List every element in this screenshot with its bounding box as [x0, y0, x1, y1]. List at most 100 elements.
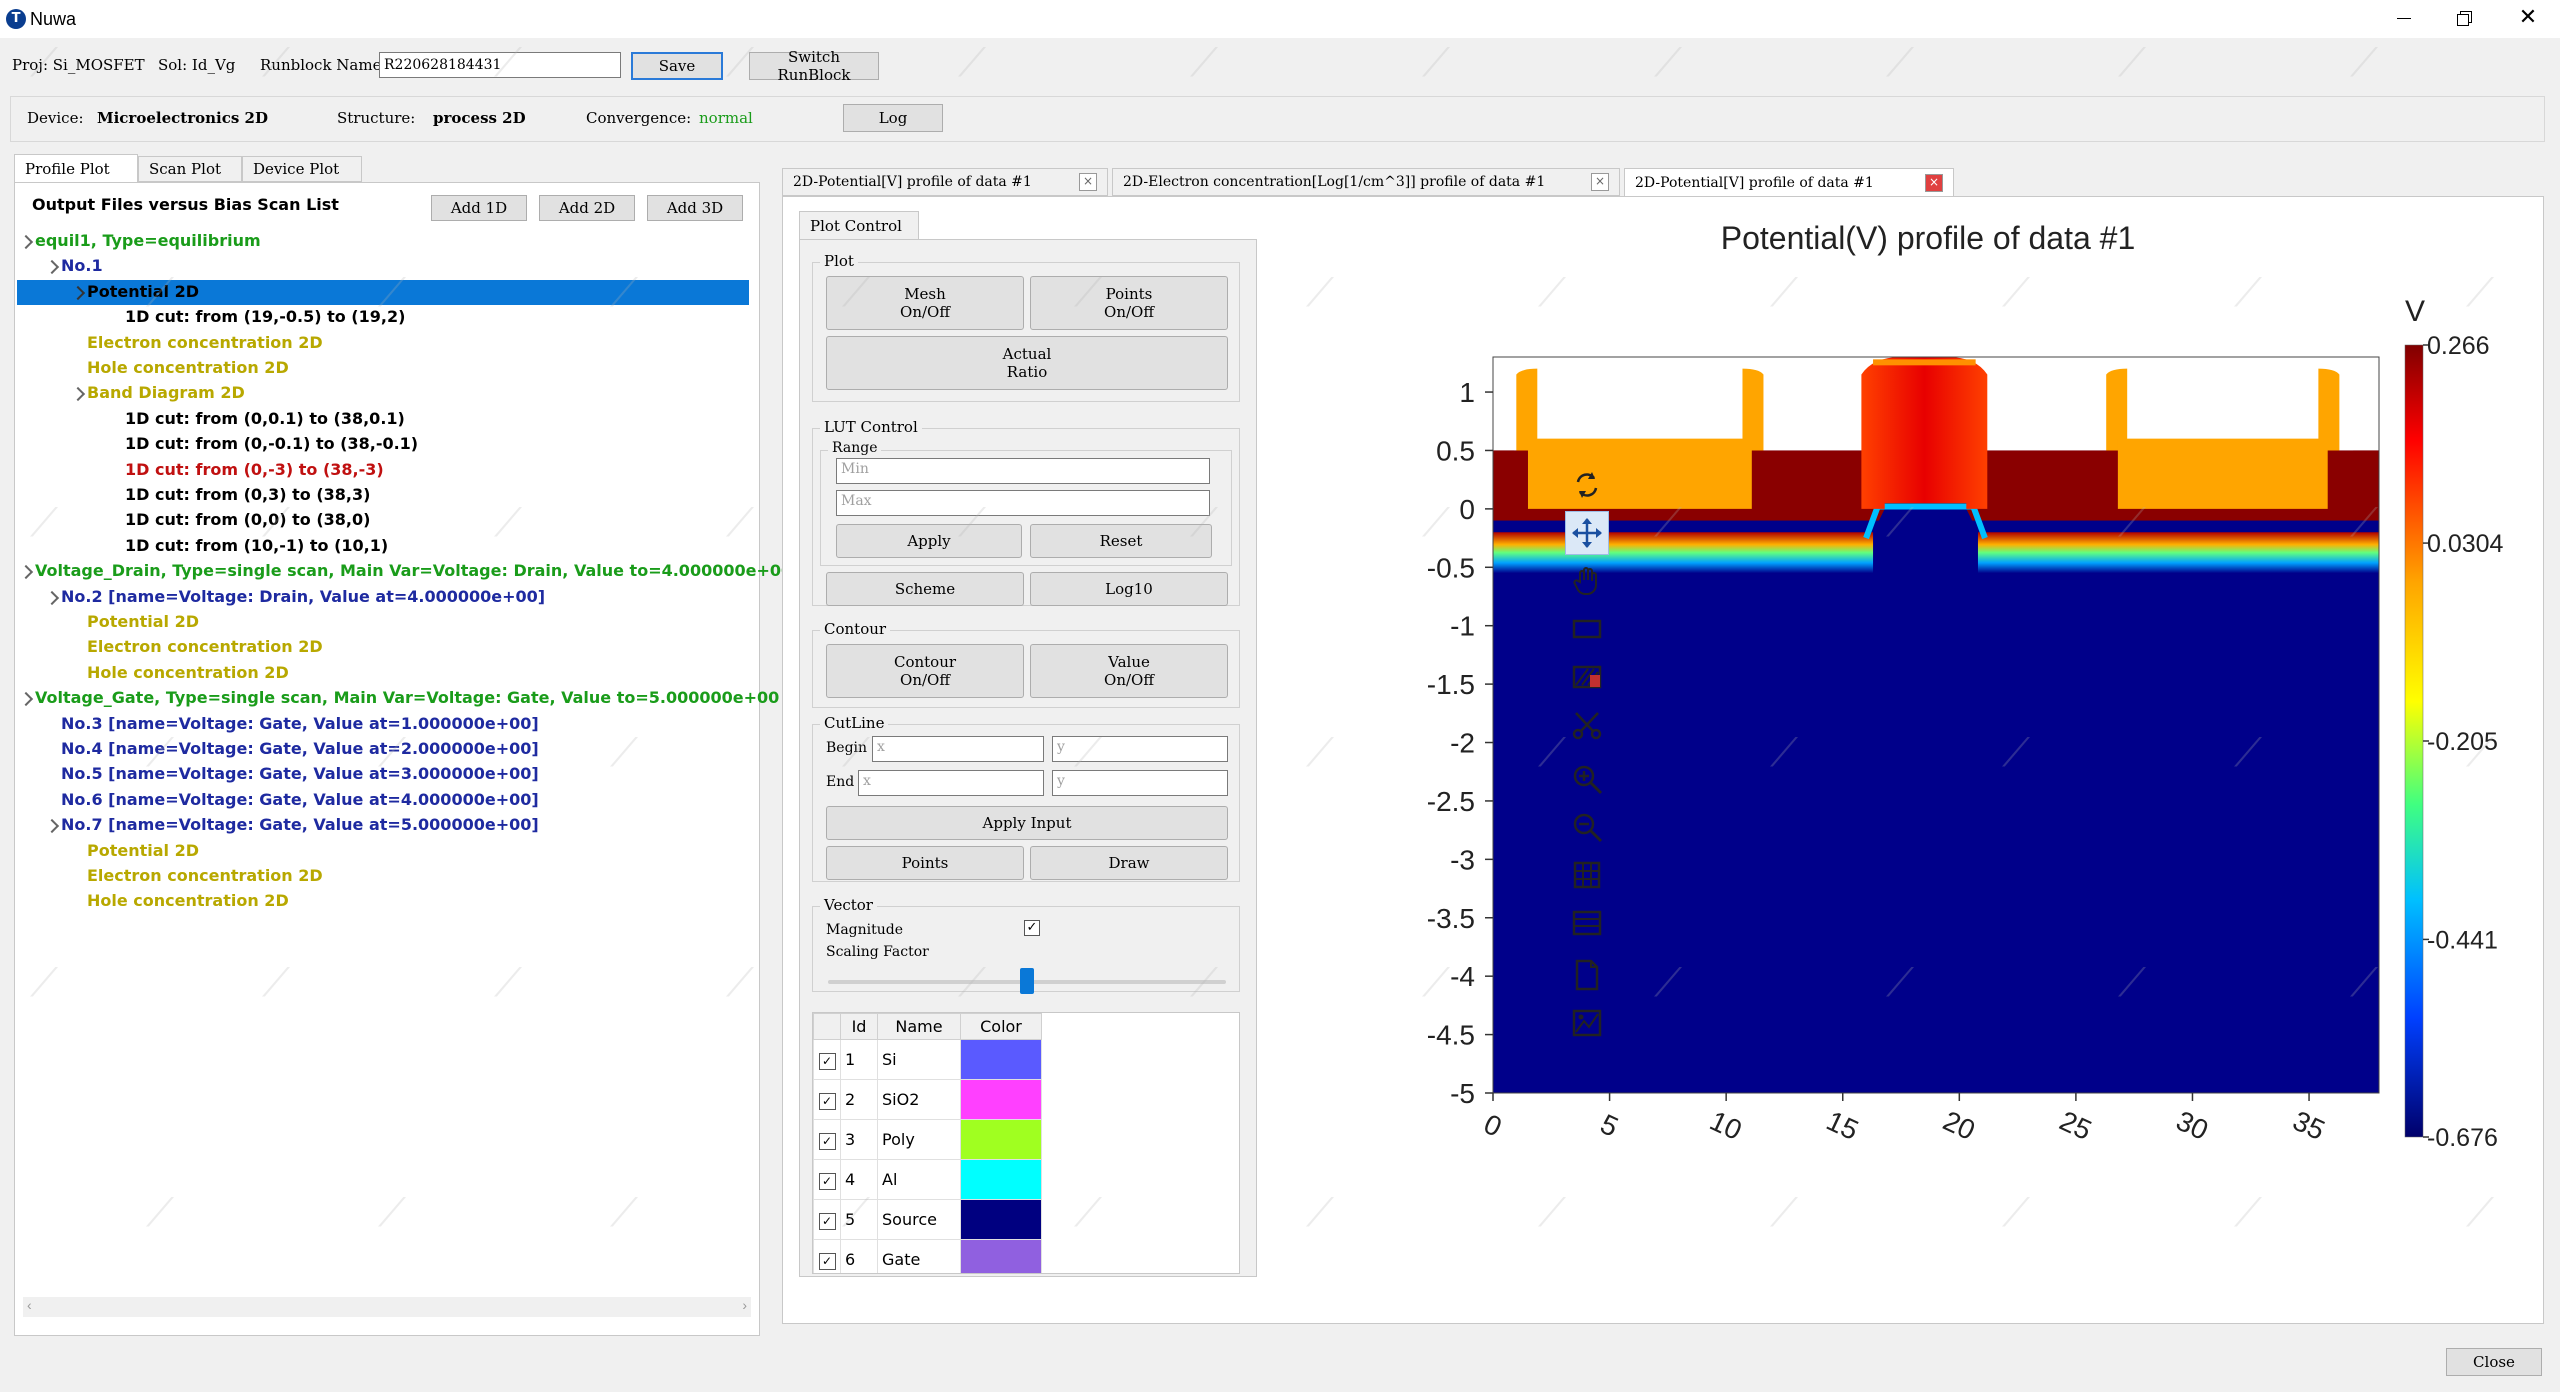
add-1d-button[interactable]: Add 1D	[431, 195, 527, 221]
chevron-right-icon[interactable]	[18, 565, 34, 580]
draw-button[interactable]: Draw	[1030, 846, 1228, 880]
tree-item[interactable]: No.3 [name=Voltage: Gate, Value at=1.000…	[61, 712, 539, 736]
table-row[interactable]: ✓ 2 SiO2	[813, 1079, 1042, 1120]
tree-item[interactable]: No.5 [name=Voltage: Gate, Value at=3.000…	[61, 762, 539, 786]
add-3d-button[interactable]: Add 3D	[647, 195, 743, 221]
tree-item[interactable]: Potential 2D	[87, 280, 199, 304]
tree-item[interactable]: No.1	[61, 254, 103, 278]
scroll-right-icon[interactable]: ›	[742, 1297, 747, 1313]
col-color-header[interactable]: Color	[960, 1013, 1042, 1040]
tree-item[interactable]: No.2 [name=Voltage: Drain, Value at=4.00…	[61, 585, 545, 609]
switch-runblock-button[interactable]: Switch RunBlock	[749, 48, 879, 84]
lut-max-input[interactable]: Max	[836, 490, 1210, 516]
tree-item[interactable]: Electron concentration 2D	[87, 331, 323, 355]
add-2d-button[interactable]: Add 2D	[539, 195, 635, 221]
tab-profile-plot[interactable]: Profile Plot	[14, 154, 138, 182]
apply-input-button[interactable]: Apply Input	[826, 806, 1228, 840]
tree-item[interactable]: Hole concentration 2D	[87, 889, 289, 913]
zoom-in-icon[interactable]	[1565, 757, 1609, 801]
save-button[interactable]: Save	[631, 52, 723, 80]
row-checkbox[interactable]: ✓	[818, 1212, 836, 1230]
material-color-swatch[interactable]	[960, 1079, 1042, 1120]
tree-item[interactable]: No.6 [name=Voltage: Gate, Value at=4.000…	[61, 788, 539, 812]
move-icon[interactable]	[1565, 511, 1609, 555]
table-row[interactable]: ✓ 5 Source	[813, 1199, 1042, 1240]
tree-item[interactable]: 1D cut: from (0,-0.1) to (38,-0.1)	[125, 432, 418, 456]
scheme-button[interactable]: Scheme	[826, 572, 1024, 606]
table-icon[interactable]	[1565, 901, 1609, 945]
table-row[interactable]: ✓ 3 Poly	[813, 1119, 1042, 1160]
row-checkbox[interactable]: ✓	[818, 1172, 836, 1190]
chevron-right-icon[interactable]	[18, 234, 34, 250]
end-x-input[interactable]: x	[858, 770, 1044, 796]
lut-reset-button[interactable]: Reset	[1030, 524, 1212, 558]
plot-tab[interactable]: 2D-Potential[V] profile of data #1 ×	[1624, 168, 1954, 196]
potential-heatmap-chart[interactable]: Potential(V) profile of data #1 1 0.5 0 -0.5…	[1343, 197, 2543, 1323]
tab-close-icon[interactable]: ×	[1079, 173, 1097, 191]
grid-icon[interactable]	[1565, 853, 1609, 897]
material-color-swatch[interactable]	[960, 1039, 1042, 1080]
material-color-swatch[interactable]	[960, 1159, 1042, 1200]
begin-x-input[interactable]: x	[872, 736, 1044, 762]
tree-item[interactable]: Potential 2D	[87, 610, 199, 634]
points-toggle-button[interactable]: Points On/Off	[1030, 276, 1228, 330]
mesh-toggle-button[interactable]: Mesh On/Off	[826, 276, 1024, 330]
tree-item[interactable]: Electron concentration 2D	[87, 864, 323, 888]
row-checkbox[interactable]: ✓	[818, 1252, 836, 1270]
tab-device-plot[interactable]: Device Plot	[242, 156, 362, 182]
restore-icon[interactable]	[2453, 8, 2477, 28]
lut-min-input[interactable]: Min	[836, 458, 1210, 484]
tree-item[interactable]: Hole concentration 2D	[87, 661, 289, 685]
chevron-right-icon[interactable]	[18, 692, 34, 707]
row-checkbox[interactable]: ✓	[818, 1052, 836, 1070]
tree-item[interactable]: Band Diagram 2D	[87, 381, 245, 405]
cut-scissors-icon[interactable]	[1565, 703, 1609, 747]
row-checkbox[interactable]: ✓	[818, 1132, 836, 1150]
tree-item[interactable]: 1D cut: from (10,-1) to (10,1)	[125, 534, 388, 558]
material-color-swatch[interactable]	[960, 1239, 1042, 1273]
material-color-swatch[interactable]	[960, 1119, 1042, 1160]
contour-toggle-button[interactable]: Contour On/Off	[826, 644, 1024, 698]
tab-plot-control[interactable]: Plot Control	[799, 211, 919, 239]
chevron-right-icon[interactable]	[44, 260, 60, 275]
tree-item[interactable]: 1D cut: from (0,-3) to (38,-3)	[125, 458, 384, 482]
pan-hand-icon[interactable]	[1565, 559, 1609, 603]
rectangle-select-icon[interactable]	[1565, 607, 1609, 651]
cutline-points-button[interactable]: Points	[826, 846, 1024, 880]
tree-item[interactable]: equil1, Type=equilibrium	[35, 229, 261, 253]
scroll-left-icon[interactable]: ‹	[27, 1297, 32, 1313]
image-export-icon[interactable]	[1565, 1001, 1609, 1045]
material-color-swatch[interactable]	[960, 1199, 1042, 1240]
col-name-header[interactable]: Name	[877, 1013, 961, 1040]
horizontal-scrollbar[interactable]: ‹ ›	[23, 1297, 751, 1317]
chevron-right-icon[interactable]	[44, 590, 60, 605]
zoom-out-icon[interactable]	[1565, 805, 1609, 849]
magnitude-checkbox[interactable]: ✓	[1024, 920, 1040, 936]
row-checkbox[interactable]: ✓	[818, 1092, 836, 1110]
rotate-icon[interactable]	[1565, 463, 1609, 507]
plot-tab[interactable]: 2D-Potential[V] profile of data #1 ×	[782, 168, 1108, 196]
col-id-header[interactable]: Id	[840, 1013, 878, 1040]
runblock-name-input[interactable]: R220628184431	[379, 52, 621, 78]
log-button[interactable]: Log	[843, 104, 943, 132]
chevron-right-icon[interactable]	[70, 387, 86, 402]
log10-button[interactable]: Log10	[1030, 572, 1228, 606]
tree-item[interactable]: 1D cut: from (0,3) to (38,3)	[125, 483, 370, 507]
tree-item[interactable]: 1D cut: from (0,0.1) to (38,0.1)	[125, 407, 405, 431]
minimize-icon[interactable]	[2393, 8, 2417, 28]
end-y-input[interactable]: y	[1052, 770, 1228, 796]
begin-y-input[interactable]: y	[1052, 736, 1228, 762]
region-fill-icon[interactable]	[1565, 655, 1609, 699]
tree-item[interactable]: Potential 2D	[87, 839, 199, 863]
table-row[interactable]: ✓ 6 Gate	[813, 1239, 1042, 1273]
close-button[interactable]: Close	[2446, 1348, 2542, 1376]
actual-ratio-button[interactable]: Actual Ratio	[826, 336, 1228, 390]
tree-item[interactable]: Electron concentration 2D	[87, 635, 323, 659]
table-row[interactable]: ✓ 1 Si	[813, 1039, 1042, 1080]
plot-tab[interactable]: 2D-Electron concentration[Log[1/cm^3]] p…	[1112, 168, 1620, 196]
tree-item[interactable]: No.4 [name=Voltage: Gate, Value at=2.000…	[61, 737, 539, 761]
scaling-slider-thumb[interactable]	[1020, 968, 1034, 994]
tree-item[interactable]: Voltage_Drain, Type=single scan, Main Va…	[35, 559, 792, 583]
tab-close-icon[interactable]: ×	[1925, 173, 1943, 192]
close-window-icon[interactable]: ✕	[2516, 4, 2540, 29]
